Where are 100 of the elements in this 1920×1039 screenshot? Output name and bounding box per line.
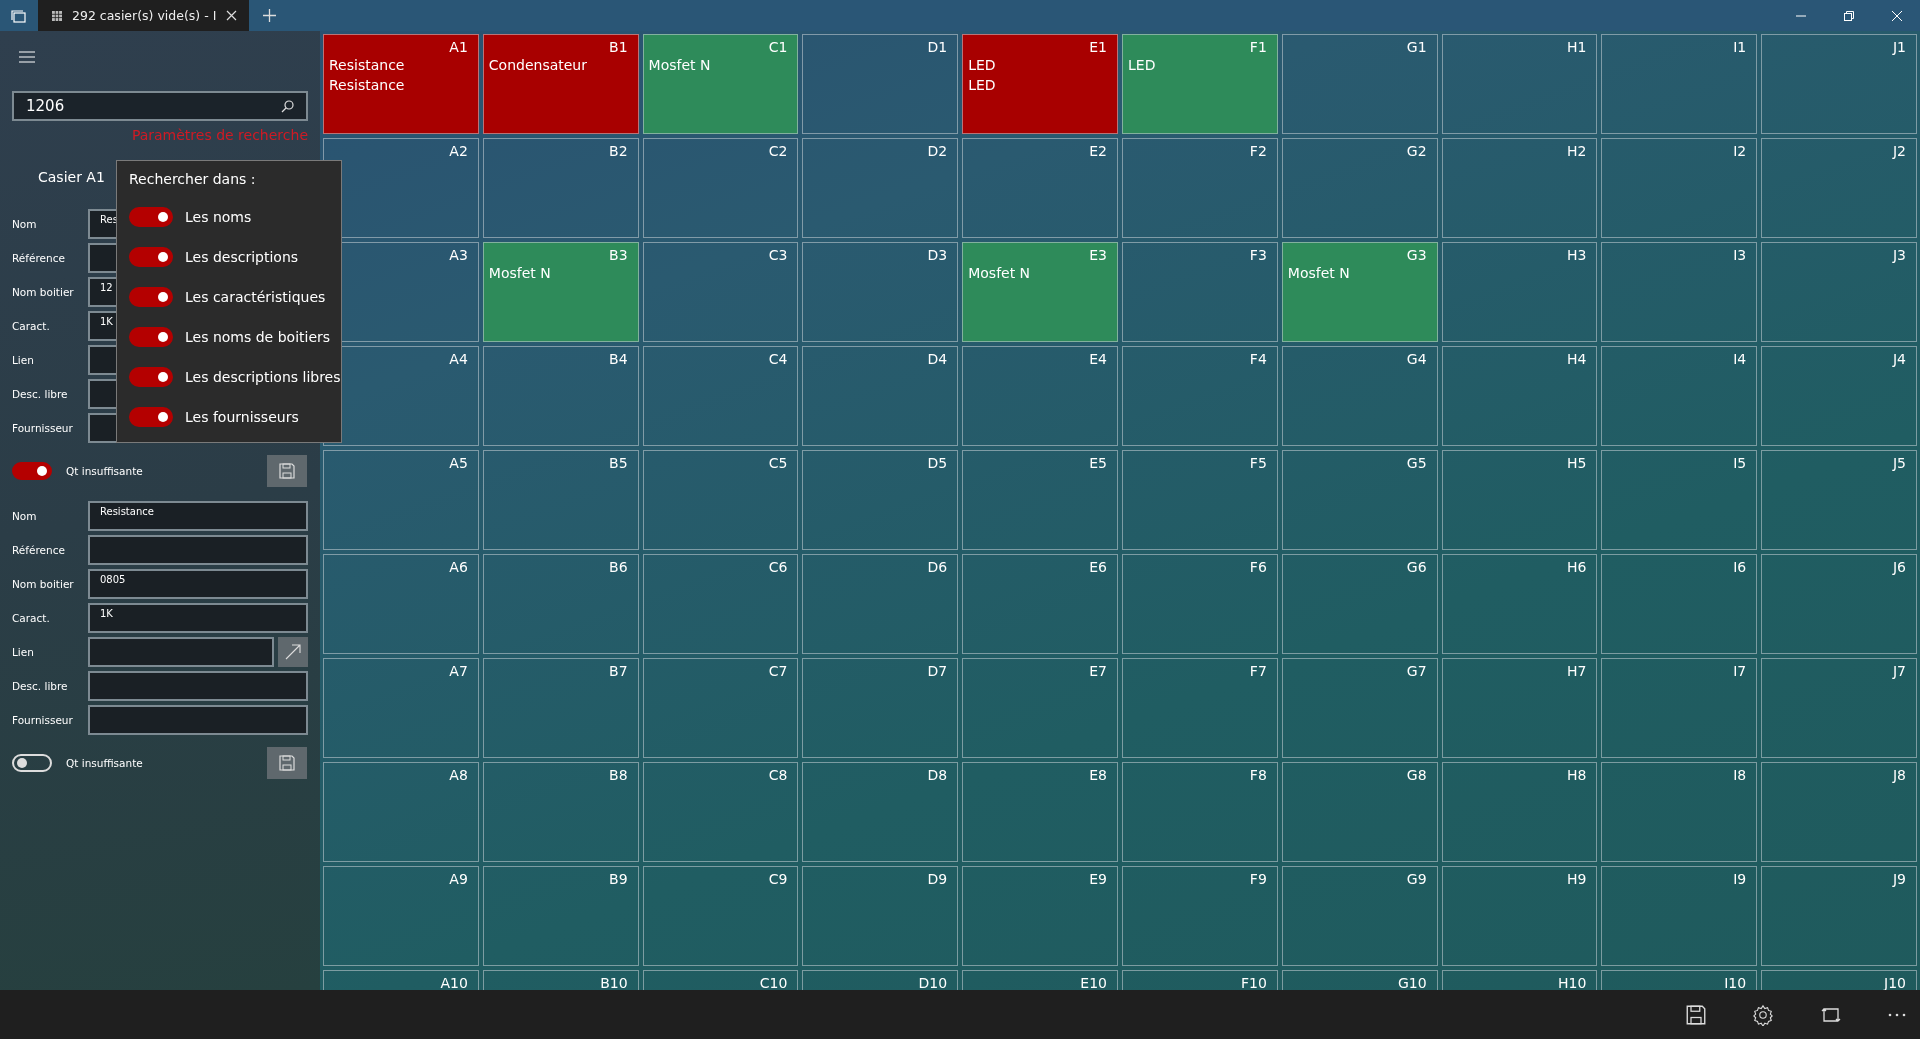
compartment-tile[interactable]: C3 — [642, 242, 799, 342]
compartment-tile[interactable]: I4 — [1601, 346, 1758, 446]
compartment-tile[interactable]: F1 LED — [1122, 34, 1278, 134]
browser-tab[interactable]: 292 casier(s) vide(s) - I — [38, 0, 250, 31]
compartment-tile[interactable]: H3 — [1441, 242, 1598, 342]
compartment-tile[interactable]: J8 — [1761, 762, 1917, 862]
compartment-tile[interactable]: E8 — [962, 762, 1118, 862]
compartment-tile[interactable]: H5 — [1441, 450, 1598, 550]
compartment-tile[interactable]: E6 — [962, 554, 1118, 654]
compartment-tile[interactable]: C8 — [642, 762, 799, 862]
compartment-tile[interactable]: H9 — [1441, 866, 1598, 966]
compartment-tile[interactable]: A8 — [323, 762, 479, 862]
toggle-switch[interactable] — [129, 367, 173, 387]
compartment-tile[interactable]: E9 — [962, 866, 1118, 966]
compartment-tile[interactable]: F3 — [1122, 242, 1278, 342]
compartment-tile[interactable]: A7 — [323, 658, 479, 758]
save-icon[interactable] — [1686, 1004, 1706, 1025]
compartment-tile[interactable]: G7 — [1281, 658, 1438, 758]
compartment-tile[interactable]: I8 — [1601, 762, 1758, 862]
text-field[interactable] — [88, 637, 274, 667]
toggle-switch[interactable] — [129, 327, 173, 347]
toggle-switch[interactable] — [129, 247, 173, 267]
compartment-tile[interactable]: G5 — [1281, 450, 1438, 550]
compartment-tile[interactable]: D4 — [802, 346, 959, 446]
compartment-tile[interactable]: B9 — [482, 866, 639, 966]
compartment-tile[interactable]: B7 — [482, 658, 639, 758]
compartment-tile[interactable]: G2 — [1281, 138, 1438, 238]
compartment-tile[interactable]: I3 — [1601, 242, 1758, 342]
compartment-tile[interactable]: A6 — [323, 554, 479, 654]
compartment-tile[interactable]: C5 — [642, 450, 799, 550]
compartment-tile[interactable]: D1 — [802, 34, 959, 134]
compartment-tile[interactable]: G1 — [1281, 34, 1438, 134]
compartment-tile[interactable]: A1 Resistance Resistance — [323, 34, 479, 134]
compartment-tile[interactable]: D9 — [802, 866, 959, 966]
compartment-tile[interactable]: F8 — [1122, 762, 1278, 862]
compartment-tile[interactable]: G9 — [1281, 866, 1438, 966]
compartment-tile[interactable]: B4 — [482, 346, 639, 446]
restore-icon[interactable] — [1844, 10, 1854, 21]
more-icon[interactable] — [1888, 1012, 1906, 1017]
text-field[interactable] — [88, 671, 308, 701]
compartment-tile[interactable]: J9 — [1761, 866, 1917, 966]
compartment-tile[interactable]: D7 — [802, 658, 959, 758]
windows-icon[interactable] — [10, 8, 26, 23]
compartment-tile[interactable]: I7 — [1601, 658, 1758, 758]
compartment-tile[interactable]: J7 — [1761, 658, 1917, 758]
text-field[interactable]: 1K — [88, 603, 308, 633]
compartment-tile[interactable]: F7 — [1122, 658, 1278, 758]
compartment-tile[interactable]: B1 Condensateur — [482, 34, 639, 134]
compartment-tile[interactable]: C9 — [642, 866, 799, 966]
compartment-tile[interactable]: J6 — [1761, 554, 1917, 654]
toggle-switch[interactable] — [12, 462, 52, 480]
compartment-tile[interactable]: C7 — [642, 658, 799, 758]
compartment-tile[interactable]: A9 — [323, 866, 479, 966]
compartment-tile[interactable]: B6 — [482, 554, 639, 654]
text-field[interactable] — [88, 535, 308, 565]
compartment-tile[interactable]: I2 — [1601, 138, 1758, 238]
compartment-tile[interactable]: B8 — [482, 762, 639, 862]
compartment-tile[interactable]: J4 — [1761, 346, 1917, 446]
compartment-tile[interactable]: D3 — [802, 242, 959, 342]
text-field[interactable] — [88, 705, 308, 735]
compartment-tile[interactable]: D5 — [802, 450, 959, 550]
compartment-tile[interactable]: F5 — [1122, 450, 1278, 550]
compartment-tile[interactable]: G4 — [1281, 346, 1438, 446]
compartment-tile[interactable]: I9 — [1601, 866, 1758, 966]
compartment-tile[interactable]: H2 — [1441, 138, 1598, 238]
compartment-tile[interactable]: D8 — [802, 762, 959, 862]
compartment-tile[interactable]: G3 Mosfet N — [1281, 242, 1438, 342]
text-field[interactable]: 0805 — [88, 569, 308, 599]
compartment-tile[interactable]: D6 — [802, 554, 959, 654]
compartment-tile[interactable]: F2 — [1122, 138, 1278, 238]
close-icon[interactable] — [226, 10, 238, 21]
compartment-tile[interactable]: F4 — [1122, 346, 1278, 446]
compartment-tile[interactable]: B2 — [482, 138, 639, 238]
search-icon[interactable] — [281, 99, 294, 113]
compartment-tile[interactable]: C2 — [642, 138, 799, 238]
compartment-tile[interactable]: E3 Mosfet N — [962, 242, 1118, 342]
compartment-tile[interactable]: H4 — [1441, 346, 1598, 446]
compartment-tile[interactable]: E4 — [962, 346, 1118, 446]
compartment-tile[interactable]: C1 Mosfet N — [642, 34, 799, 134]
compartment-tile[interactable]: I5 — [1601, 450, 1758, 550]
settings-icon[interactable] — [1752, 1003, 1774, 1026]
search-field[interactable]: 1206 — [12, 91, 308, 121]
toggle-switch[interactable] — [129, 287, 173, 307]
compartment-tile[interactable]: A5 — [323, 450, 479, 550]
compartment-tile[interactable]: H8 — [1441, 762, 1598, 862]
compartment-tile[interactable]: H7 — [1441, 658, 1598, 758]
plus-icon[interactable] — [263, 9, 277, 22]
compartment-tile[interactable]: E1 LED LED — [962, 34, 1118, 134]
toggle-switch[interactable] — [129, 407, 173, 427]
compartment-tile[interactable]: F9 — [1122, 866, 1278, 966]
save-button[interactable] — [267, 455, 307, 487]
save-button[interactable] — [267, 747, 307, 779]
text-field[interactable]: Resistance — [88, 501, 308, 531]
menu-icon[interactable] — [19, 51, 35, 63]
compartment-tile[interactable]: C6 — [642, 554, 799, 654]
compartment-tile[interactable]: C4 — [642, 346, 799, 446]
compartment-tile[interactable]: E2 — [962, 138, 1118, 238]
compartment-tile[interactable]: J2 — [1761, 138, 1917, 238]
compartment-tile[interactable]: B5 — [482, 450, 639, 550]
compartment-tile[interactable]: F6 — [1122, 554, 1278, 654]
